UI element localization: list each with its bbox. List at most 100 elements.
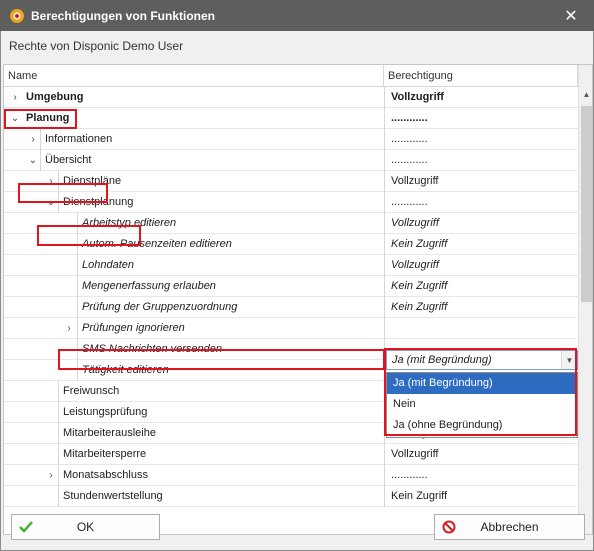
- permission-combobox[interactable]: Ja (mit Begründung) ▼: [386, 350, 578, 370]
- tree-row[interactable]: Stundenwertstellung Kein Zugriff: [4, 486, 578, 507]
- permission-cell[interactable]: ............: [384, 465, 578, 486]
- name-cell: Autom. Pausenzeiten editieren: [4, 234, 384, 255]
- permissions-tree-grid: Name Berechtigung › Umgebung Vollzugriff ⌄ P…: [3, 64, 593, 535]
- permission-cell[interactable]: Kein Zugriff: [384, 486, 578, 507]
- row-label: Mitarbeitersperre: [58, 444, 146, 465]
- permission-cell[interactable]: Vollzugriff: [384, 444, 578, 465]
- name-cell: Mengenerfassung erlauben: [4, 276, 384, 297]
- cancel-button-label: Abbrechen: [480, 520, 539, 534]
- ok-button-label: OK: [76, 520, 95, 534]
- permission-cell[interactable]: Kein Zugriff: [384, 297, 578, 318]
- dropdown-option[interactable]: Ja (mit Begründung): [387, 373, 577, 394]
- name-cell: Arbeitstyp editieren: [4, 213, 384, 234]
- tree-row[interactable]: › Prüfungen ignorieren: [4, 318, 578, 339]
- vertical-scrollbar[interactable]: ▲: [578, 65, 592, 534]
- name-cell: Leistungsprüfung: [4, 402, 384, 423]
- row-label: Umgebung: [26, 91, 84, 103]
- name-cell: Lohndaten: [4, 255, 384, 276]
- tree-row[interactable]: Autom. Pausenzeiten editieren Kein Zugrif…: [4, 234, 578, 255]
- tree-row[interactable]: Lohndaten Vollzugriff: [4, 255, 578, 276]
- check-icon: [12, 515, 40, 539]
- scroll-thumb[interactable]: [581, 106, 592, 302]
- chevron-right-icon[interactable]: ›: [8, 87, 22, 108]
- tree-row[interactable]: › Umgebung Vollzugriff: [4, 87, 578, 108]
- row-label: Arbeitstyp editieren: [77, 213, 176, 234]
- chevron-down-icon[interactable]: ⌄: [8, 108, 22, 129]
- permission-cell[interactable]: ............: [384, 108, 578, 129]
- chevron-down-icon[interactable]: ⌄: [26, 150, 40, 171]
- name-cell: Mitarbeiterausleihe: [4, 423, 384, 444]
- row-label: Übersicht: [40, 150, 91, 171]
- name-cell: ⌄ Planung: [4, 108, 384, 129]
- row-label: Autom. Pausenzeiten editieren: [77, 234, 232, 255]
- row-label: Tätigkeit editieren: [77, 360, 169, 381]
- permission-cell[interactable]: ............: [384, 129, 578, 150]
- tree-row[interactable]: ⌄ Dienstplanung............: [4, 192, 578, 213]
- name-cell: Tätigkeit editieren: [4, 360, 384, 381]
- name-cell: ⌄ Dienstplanung: [4, 192, 384, 213]
- chevron-right-icon[interactable]: ›: [26, 129, 40, 150]
- tree-row[interactable]: Prüfung der Gruppenzuordnung Kein Zugriff: [4, 297, 578, 318]
- dialog-body: Rechte von Disponic Demo User Name Berec…: [0, 31, 594, 551]
- close-button[interactable]: ✕: [548, 0, 594, 31]
- name-cell: Freiwunsch: [4, 381, 384, 402]
- window-title: Berechtigungen von Funktionen: [31, 8, 216, 23]
- row-label: Lohndaten: [77, 255, 134, 276]
- chevron-down-icon[interactable]: ⌄: [44, 192, 58, 213]
- tree-row[interactable]: ⌄ Übersicht............: [4, 150, 578, 171]
- row-label: Leistungsprüfung: [58, 402, 147, 423]
- permission-cell[interactable]: [384, 318, 578, 339]
- tree-row[interactable]: › Informationen............: [4, 129, 578, 150]
- tree-row[interactable]: ⌄ Planung............: [4, 108, 578, 129]
- app-logo-icon: [9, 8, 25, 24]
- name-cell: ⌄ Übersicht: [4, 150, 384, 171]
- dropdown-option[interactable]: Nein: [387, 394, 577, 415]
- tree-row[interactable]: › Monatsabschluss............: [4, 465, 578, 486]
- tree-rows: › Umgebung Vollzugriff ⌄ Planung............…: [4, 87, 578, 507]
- chevron-right-icon[interactable]: ›: [62, 318, 76, 339]
- row-label: Freiwunsch: [58, 381, 119, 402]
- dropdown-option[interactable]: Ja (ohne Begründung): [387, 415, 577, 436]
- name-cell: Stundenwertstellung: [4, 486, 384, 507]
- column-header-name[interactable]: Name: [4, 65, 384, 87]
- tree-row[interactable]: Mitarbeitersperre Vollzugriff: [4, 444, 578, 465]
- ok-button[interactable]: OK: [11, 514, 160, 540]
- chevron-down-icon[interactable]: ▼: [561, 351, 577, 369]
- row-label: Informationen: [40, 129, 112, 150]
- dialog-subtitle: Rechte von Disponic Demo User: [9, 39, 184, 53]
- permission-cell[interactable]: Vollzugriff: [384, 255, 578, 276]
- row-label: Dienstplanung: [58, 192, 133, 213]
- row-label: Mitarbeiterausleihe: [58, 423, 156, 444]
- name-cell: › Umgebung: [4, 87, 384, 108]
- tree-row[interactable]: › Dienstpläne Vollzugriff: [4, 171, 578, 192]
- row-label: SMS Nachrichten versenden: [77, 339, 222, 360]
- cancel-icon: [435, 515, 463, 539]
- row-label: Prüfungen ignorieren: [77, 318, 185, 339]
- chevron-right-icon[interactable]: ›: [44, 465, 58, 486]
- name-cell: Prüfung der Gruppenzuordnung: [4, 297, 384, 318]
- permission-cell[interactable]: Vollzugriff: [384, 171, 578, 192]
- scroll-up-icon[interactable]: ▲: [579, 87, 592, 102]
- title-bar: Berechtigungen von Funktionen ✕: [0, 0, 594, 31]
- name-cell: › Informationen: [4, 129, 384, 150]
- tree-row[interactable]: Arbeitstyp editieren Vollzugriff: [4, 213, 578, 234]
- tree-row[interactable]: Mengenerfassung erlauben Kein Zugriff: [4, 276, 578, 297]
- column-header-permission[interactable]: Berechtigung: [384, 65, 578, 87]
- permission-cell[interactable]: Vollzugriff: [384, 87, 578, 108]
- permission-cell[interactable]: Kein Zugriff: [384, 234, 578, 255]
- grid-header: Name Berechtigung: [4, 65, 578, 87]
- permission-cell[interactable]: Kein Zugriff: [384, 276, 578, 297]
- row-label: Mengenerfassung erlauben: [77, 276, 216, 297]
- permission-cell[interactable]: Vollzugriff: [384, 213, 578, 234]
- row-label: Prüfung der Gruppenzuordnung: [77, 297, 237, 318]
- row-label: Dienstpläne: [58, 171, 121, 192]
- cancel-button[interactable]: Abbrechen: [434, 514, 585, 540]
- permission-cell[interactable]: ............: [384, 192, 578, 213]
- combobox-value: Ja (mit Begründung): [392, 354, 492, 366]
- name-cell: SMS Nachrichten versenden: [4, 339, 384, 360]
- row-label: Stundenwertstellung: [58, 486, 163, 507]
- name-cell: › Dienstpläne: [4, 171, 384, 192]
- chevron-right-icon[interactable]: ›: [44, 171, 58, 192]
- row-label: Planung: [26, 112, 70, 124]
- permission-cell[interactable]: ............: [384, 150, 578, 171]
